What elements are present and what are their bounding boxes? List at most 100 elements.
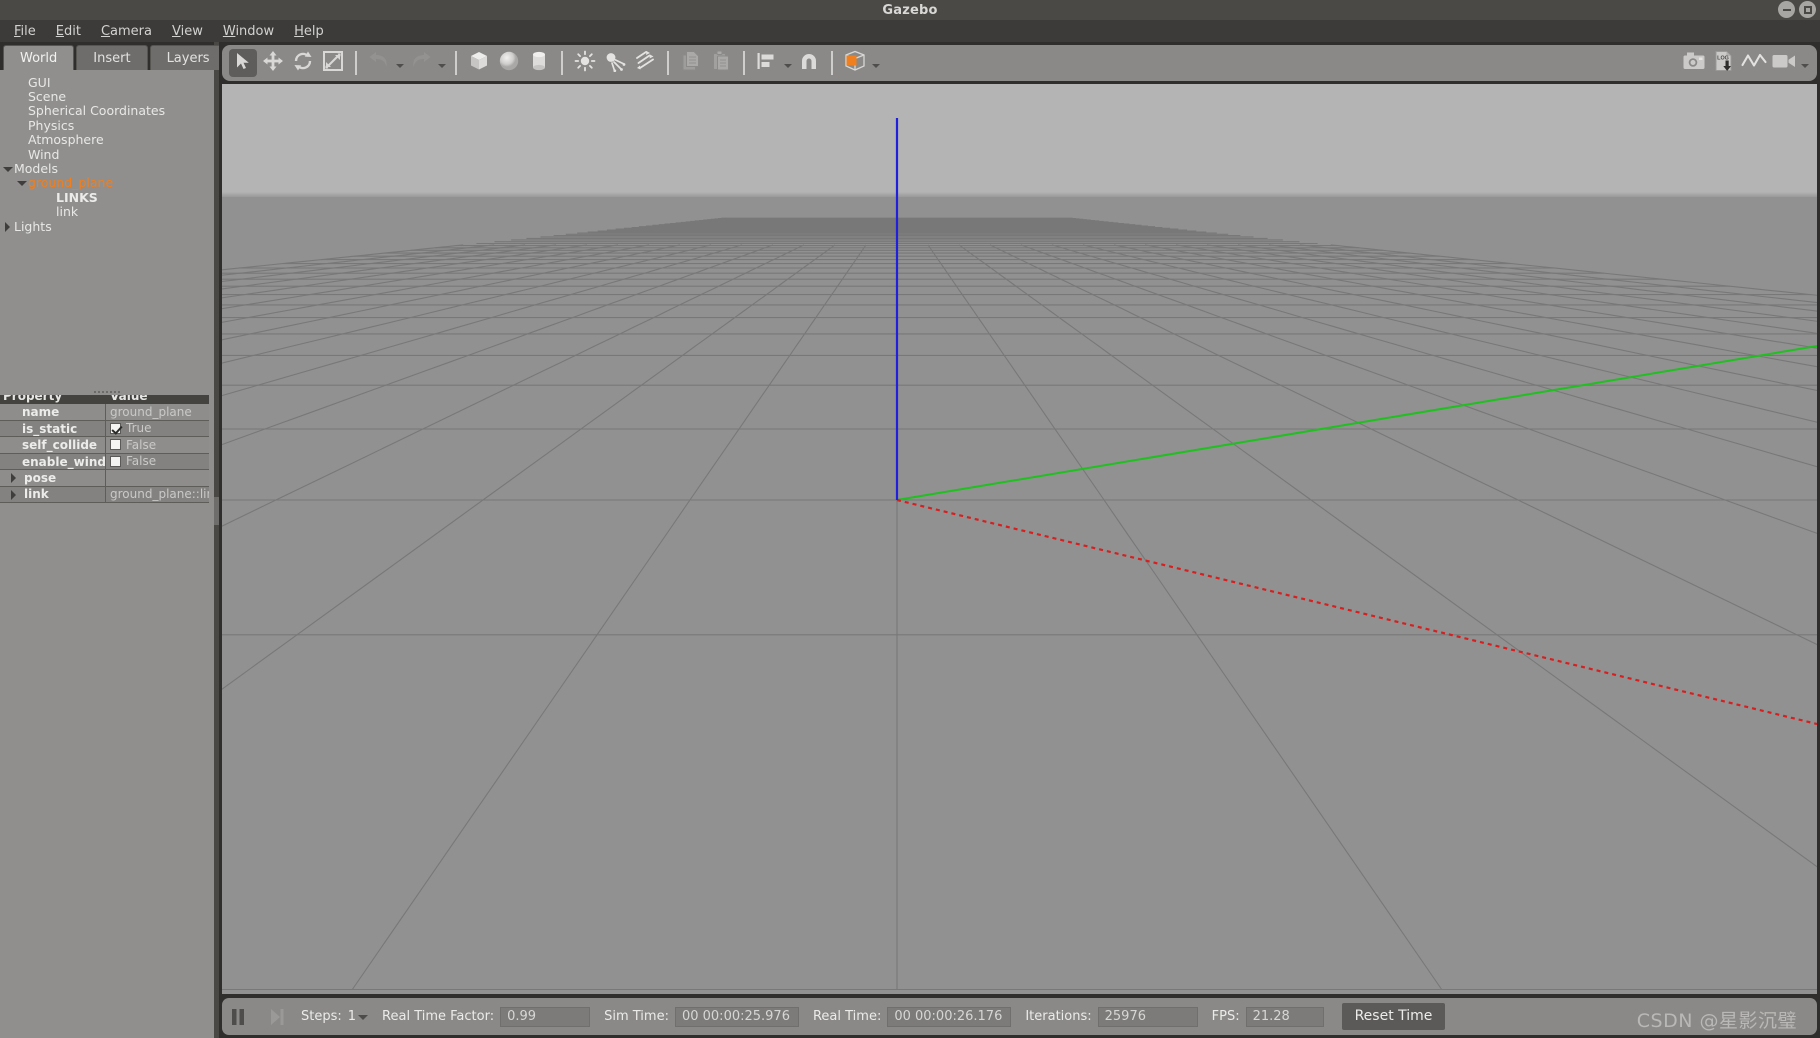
menu-item-camera[interactable]: Camera: [91, 22, 162, 41]
reset-time-button[interactable]: Reset Time: [1341, 1003, 1446, 1030]
main-toolbar: LOG: [222, 45, 1817, 81]
undo-dropdown-icon[interactable]: [394, 49, 406, 77]
tab-layers[interactable]: Layers: [149, 45, 227, 70]
spot-light-button[interactable]: [601, 49, 629, 77]
view-angle-dropdown-icon[interactable]: [870, 49, 882, 77]
toolbar-separator: [743, 51, 745, 75]
pause-button[interactable]: [225, 1004, 251, 1030]
real-time-label: Real Time:: [812, 1009, 882, 1024]
ground-grid: [222, 118, 1817, 991]
video-record-button[interactable]: [1770, 49, 1798, 77]
maximize-button[interactable]: [1799, 1, 1816, 18]
minimize-button[interactable]: [1778, 1, 1795, 18]
steps-label: Steps:: [301, 1009, 342, 1024]
render-area: LOG Steps: 1 Real Time Factor: 0.99 Sim …: [219, 42, 1820, 1038]
point-light-icon: [574, 50, 596, 76]
log-record-button[interactable]: LOG: [1710, 49, 1738, 77]
view-angle-button[interactable]: [841, 49, 869, 77]
box-icon: [468, 50, 490, 76]
property-value-enable_wind[interactable]: False: [106, 454, 209, 470]
steps-dropdown-icon[interactable]: [358, 1012, 369, 1022]
property-name-is_static: is_static: [0, 420, 106, 436]
align-dropdown-icon[interactable]: [782, 49, 794, 77]
menu-item-window[interactable]: Window: [213, 22, 284, 41]
chevron-right-icon[interactable]: [8, 489, 19, 500]
tree-item-atmosphere[interactable]: Atmosphere: [0, 132, 214, 147]
undo-arrow-icon: [368, 51, 390, 75]
property-row[interactable]: enable_wind False: [0, 453, 209, 470]
snap-button[interactable]: [795, 49, 823, 77]
toolbar-separator: [455, 51, 457, 75]
menu-item-edit[interactable]: Edit: [46, 22, 91, 41]
steps-value: 1: [347, 1009, 357, 1024]
video-record-dropdown-icon[interactable]: [1799, 49, 1811, 77]
chevron-right-icon[interactable]: [8, 472, 19, 484]
tree-item-physics[interactable]: Physics: [0, 117, 214, 133]
toolbar-separator: [561, 51, 563, 75]
property-name-name: name: [0, 404, 106, 420]
tree-item-label: ground_plane: [28, 175, 114, 191]
insert-box-button[interactable]: [465, 49, 493, 77]
property-value-is_static[interactable]: True: [106, 421, 209, 437]
property-row[interactable]: name ground_plane: [0, 404, 209, 421]
tree-item-ground-plane[interactable]: ground_plane: [0, 175, 214, 191]
redo-button[interactable]: [407, 49, 435, 77]
status-bar: Steps: 1 Real Time Factor: 0.99 Sim Time…: [222, 998, 1817, 1035]
tree-item-gui[interactable]: GUI: [0, 75, 214, 90]
paste-button[interactable]: [707, 49, 735, 77]
translate-mode-button[interactable]: [259, 49, 287, 77]
align-button[interactable]: [753, 49, 781, 77]
property-value-link: ground_plane::link: [110, 487, 209, 501]
cursor-arrow-icon: [233, 51, 253, 75]
chevron-down-icon[interactable]: [16, 177, 27, 188]
tree-item-links[interactable]: LINKS: [0, 190, 214, 205]
menu-item-file[interactable]: File: [4, 22, 46, 41]
point-light-button[interactable]: [571, 49, 599, 77]
scale-mode-button[interactable]: [319, 49, 347, 77]
tree-item-label: Physics: [28, 117, 75, 133]
rotate-mode-button[interactable]: [289, 49, 317, 77]
real-time-factor-label: Real Time Factor:: [382, 1009, 495, 1024]
copy-button[interactable]: [677, 49, 705, 77]
video-camera-icon: [1771, 51, 1797, 75]
select-mode-button[interactable]: [229, 49, 257, 77]
redo-dropdown-icon[interactable]: [436, 49, 448, 77]
3d-viewport[interactable]: [222, 84, 1817, 994]
tree-item-spherical-coordinates[interactable]: Spherical Coordinates: [0, 103, 214, 118]
checkbox-is_static[interactable]: [110, 422, 121, 434]
screenshot-button[interactable]: [1680, 49, 1708, 77]
directional-light-button[interactable]: [631, 49, 659, 77]
step-forward-button[interactable]: [264, 1004, 290, 1030]
tree-item-link[interactable]: link: [0, 204, 214, 219]
property-table: Property Value name ground_plane is_static…: [0, 389, 209, 503]
maximize-icon: [1803, 5, 1812, 14]
chevron-right-icon[interactable]: [2, 221, 13, 232]
property-value-self_collide[interactable]: False: [106, 437, 209, 453]
tab-insert[interactable]: Insert: [76, 45, 148, 70]
tree-item-lights[interactable]: Lights: [0, 219, 214, 234]
tree-item-models[interactable]: Models: [0, 161, 214, 176]
property-row[interactable]: pose: [0, 470, 209, 487]
tree-item-wind[interactable]: Wind: [0, 146, 214, 162]
menu-item-view[interactable]: View: [162, 22, 213, 41]
checkbox-self_collide[interactable]: [110, 439, 121, 451]
paste-icon: [711, 50, 731, 76]
property-row[interactable]: self_collide False: [0, 437, 209, 454]
insert-sphere-button[interactable]: [495, 49, 523, 77]
property-row[interactable]: link ground_plane::link: [0, 486, 209, 503]
tree-item-label: Wind: [28, 146, 60, 162]
insert-cylinder-button[interactable]: [525, 49, 553, 77]
tree-item-scene[interactable]: Scene: [0, 89, 214, 104]
checkbox-enable_wind[interactable]: [110, 455, 121, 467]
menu-item-help[interactable]: Help: [284, 22, 334, 41]
camera-icon: [1682, 51, 1706, 75]
chevron-down-icon[interactable]: [2, 163, 13, 174]
undo-button[interactable]: [365, 49, 393, 77]
property-row[interactable]: is_static True: [0, 420, 209, 437]
align-icon: [756, 51, 778, 75]
plot-window-button[interactable]: [1740, 49, 1768, 77]
property-panel-grip[interactable]: [0, 389, 214, 395]
tab-world[interactable]: World: [3, 45, 75, 70]
